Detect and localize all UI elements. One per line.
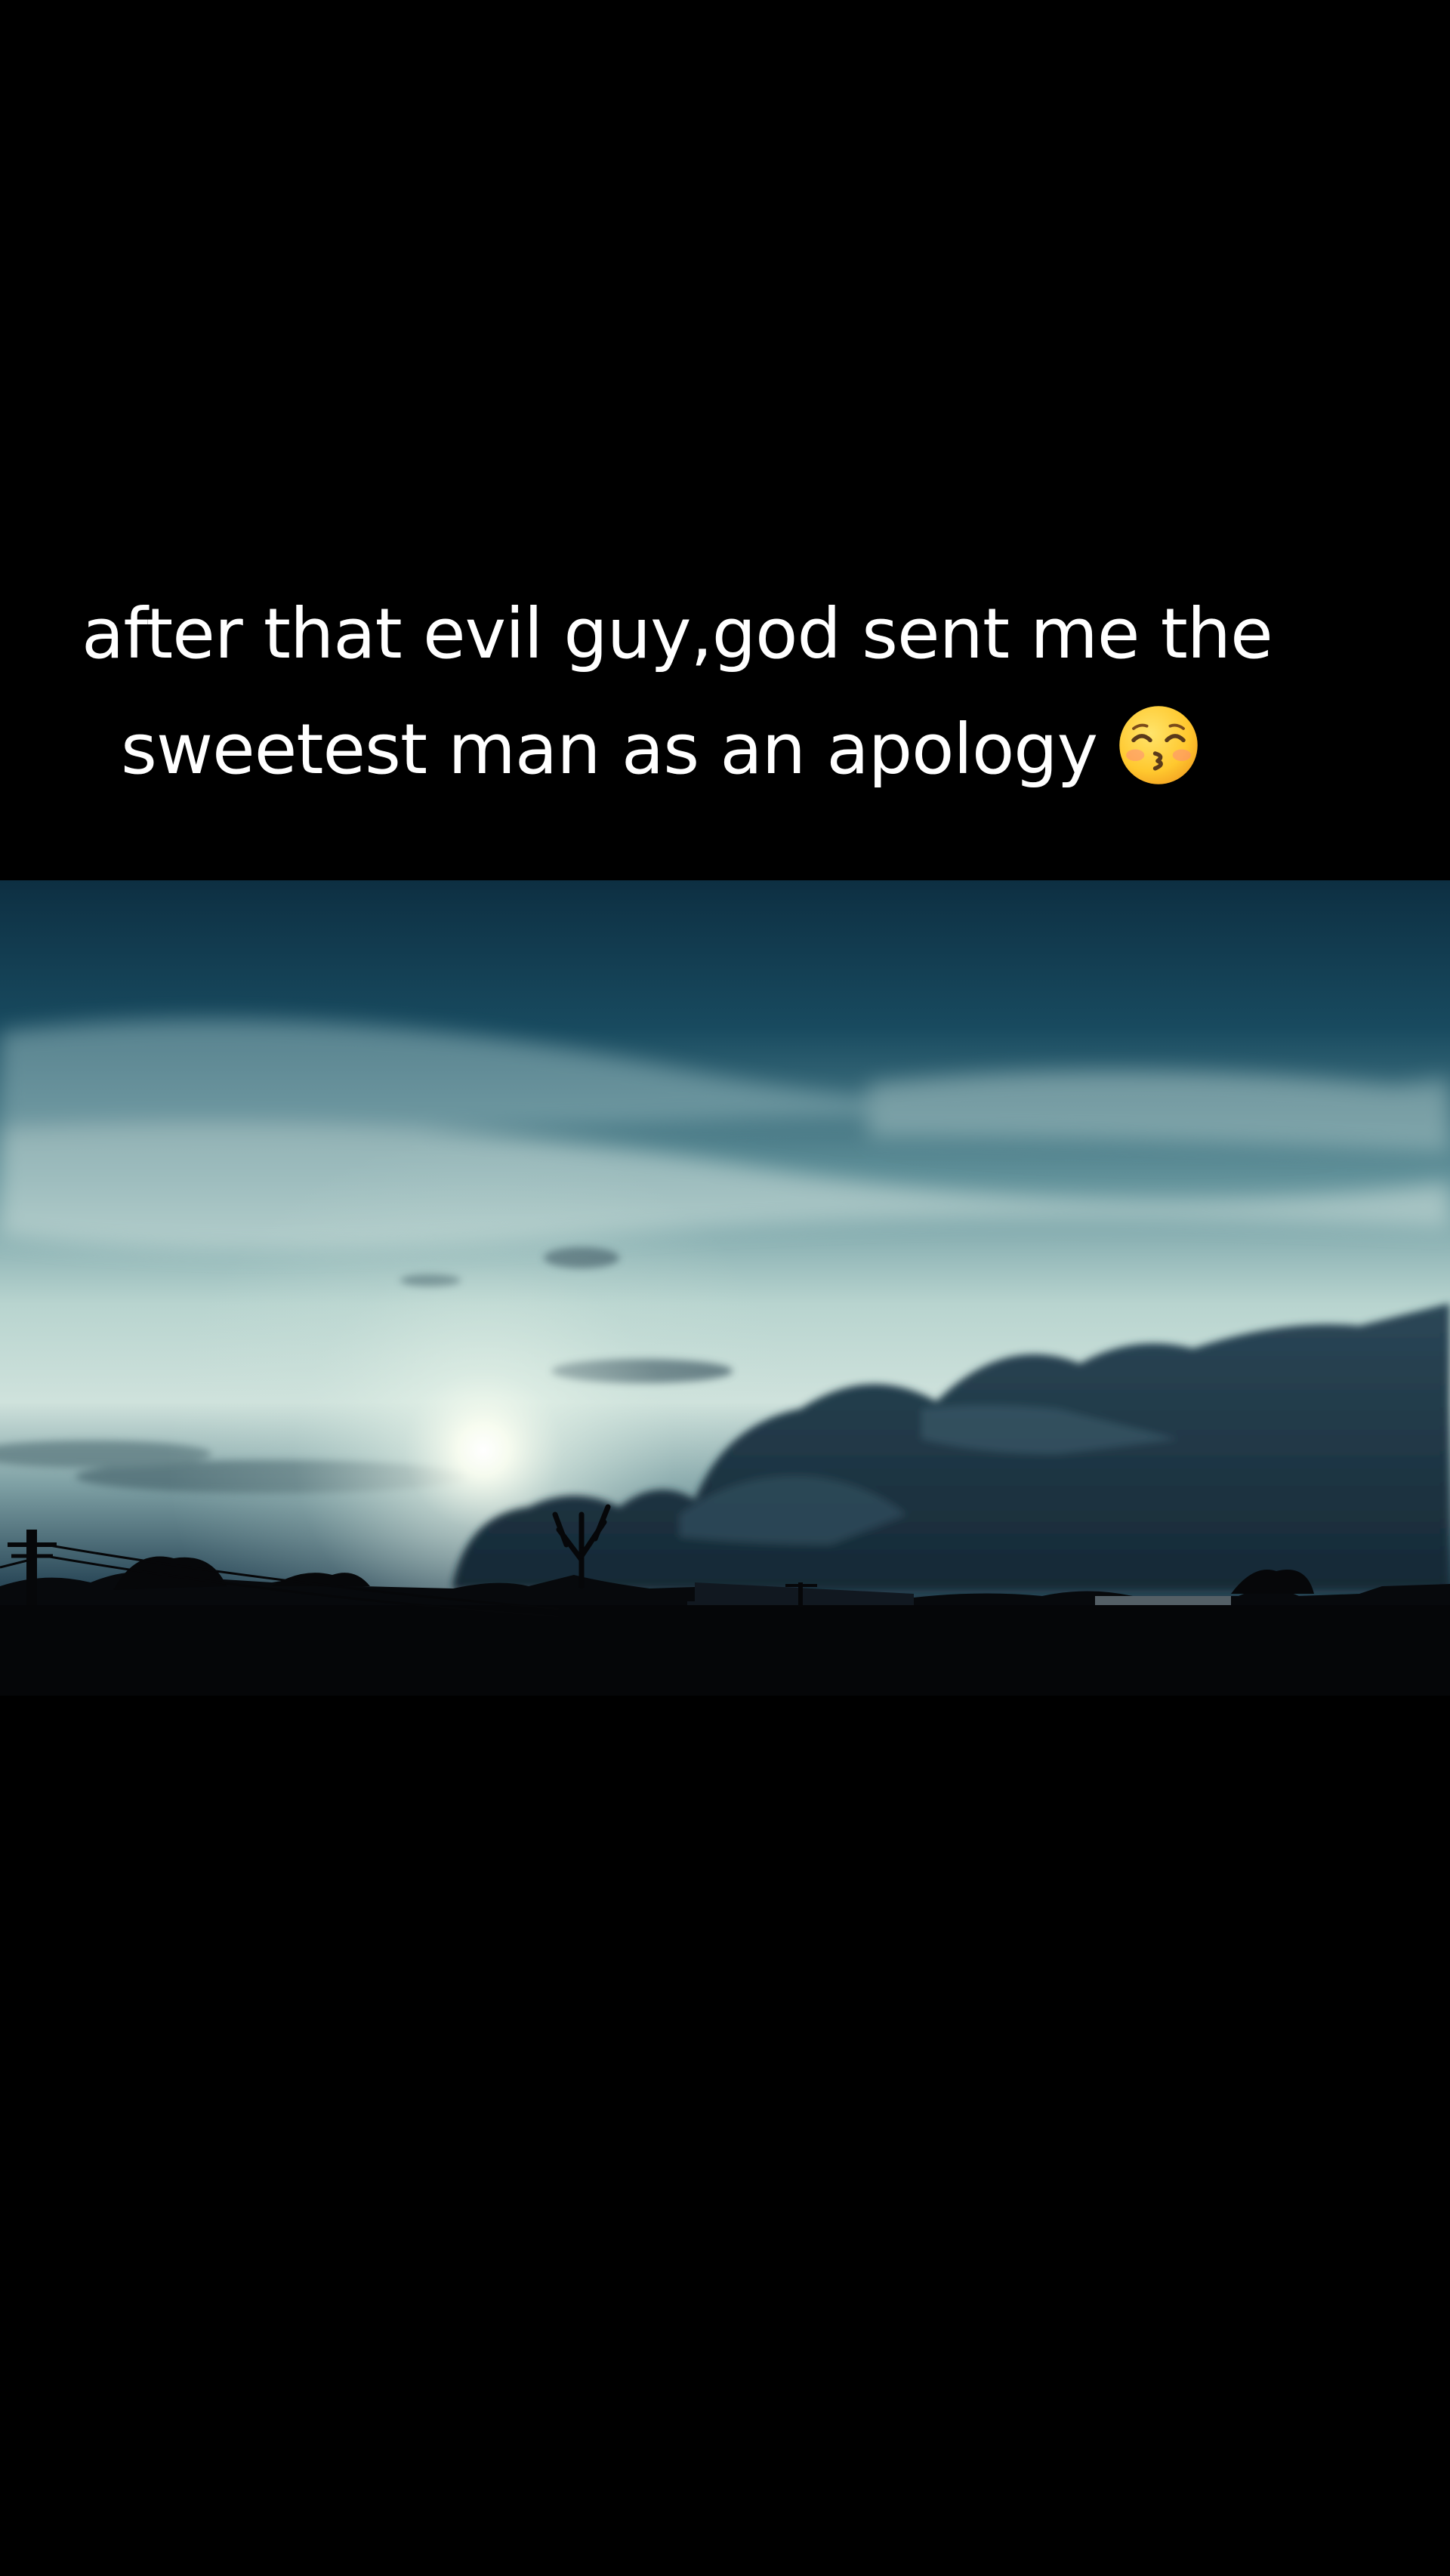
caption-line-2: sweetest man as an apology bbox=[121, 704, 1200, 795]
sky-sunset-photo bbox=[0, 880, 1450, 1696]
caption-line-2-text: sweetest man as an apology bbox=[121, 709, 1098, 790]
caption-line-1: after that evil guy,god sent me the bbox=[82, 593, 1273, 674]
kissing-face-with-smiling-eyes-icon bbox=[1119, 706, 1198, 784]
